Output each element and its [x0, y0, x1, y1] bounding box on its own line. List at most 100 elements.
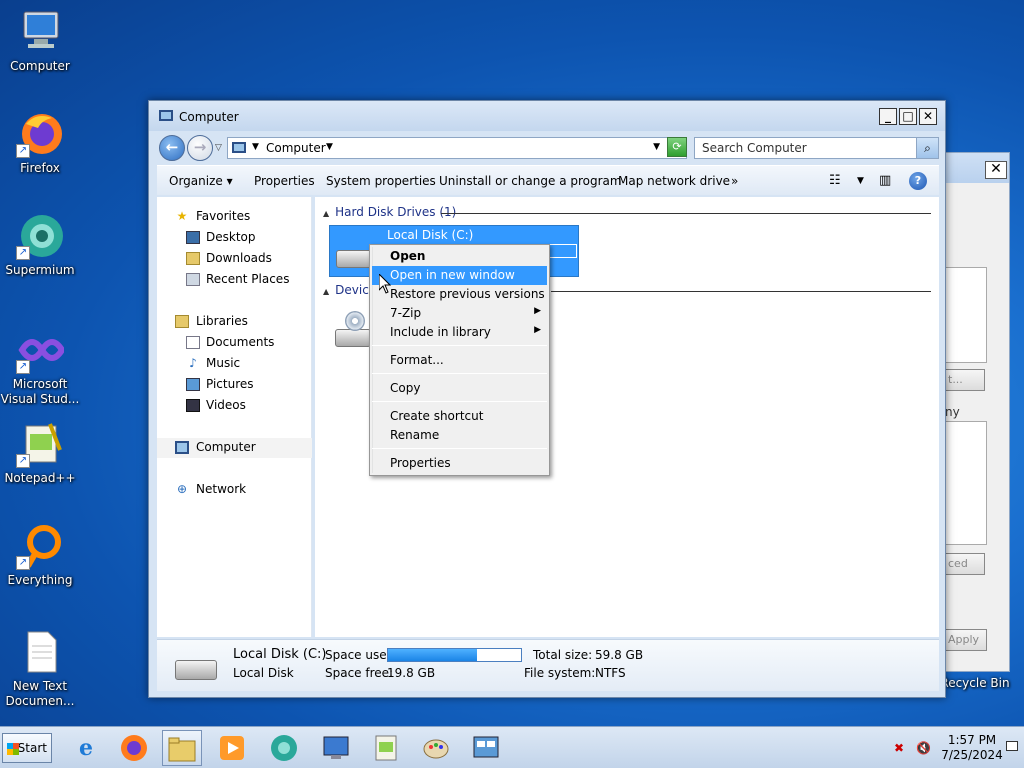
taskbar-control-panel[interactable] [466, 730, 506, 766]
file-system-value: NTFS [595, 666, 626, 680]
maximize-button[interactable]: □ [899, 108, 917, 125]
desktop-icon-label: New Text Documen... [5, 679, 75, 708]
desktop-icon-new-text-document[interactable]: New Text Documen... [0, 628, 80, 709]
preview-pane-icon[interactable]: ▥ [879, 173, 891, 188]
nav-item-pictures[interactable]: Pictures [157, 375, 312, 395]
search-input[interactable]: Search Computer ⌕ [694, 137, 939, 159]
space-used-fill [388, 649, 478, 661]
window-titlebar[interactable]: Computer _ □ ✕ [149, 101, 945, 131]
taskbar-supermium[interactable] [264, 730, 304, 766]
group-divider [551, 291, 931, 292]
back-button[interactable]: ← [159, 135, 185, 161]
menu-item-format[interactable]: Format... [372, 351, 547, 370]
desktop-icon-notepadpp[interactable]: ↗ Notepad++ [0, 420, 80, 486]
system-properties-button[interactable]: System properties [326, 174, 436, 188]
address-bar[interactable]: ▼ Computer ▼ ▼ [227, 137, 687, 159]
menu-item-restore-versions[interactable]: Restore previous versions [372, 285, 547, 304]
start-button[interactable]: Start [2, 733, 52, 763]
menu-item-copy[interactable]: Copy [372, 379, 547, 398]
recent-pages-chevron-icon[interactable]: ▽ [215, 143, 222, 153]
taskbar-notepadpp[interactable] [366, 730, 406, 766]
remote-desktop-icon [323, 736, 349, 759]
details-type: Local Disk [233, 666, 294, 680]
close-button[interactable]: ✕ [919, 108, 937, 125]
uninstall-program-button[interactable]: Uninstall or change a program [439, 174, 622, 188]
desktop-icon-everything[interactable]: ↗ Everything [0, 522, 80, 588]
menu-item-properties[interactable]: Properties [372, 454, 547, 473]
chevron-down-icon[interactable]: ▼ [252, 142, 259, 152]
windows-logo-icon [7, 743, 19, 755]
dialog-apply-button[interactable]: Apply [945, 629, 987, 651]
properties-button[interactable]: Properties [254, 174, 315, 188]
address-text[interactable]: Computer [266, 141, 326, 155]
everything-icon: ↗ [16, 522, 64, 570]
taskbar-media-player[interactable] [212, 730, 252, 766]
organize-button[interactable]: Organize ▾ [169, 174, 233, 188]
desktop-icon-computer[interactable]: Computer [0, 8, 80, 74]
volume-muted-icon[interactable]: 🔇 [916, 741, 931, 755]
navigation-bar: ← → ▽ ▼ Computer ▼ ▼ ⟳ Search Computer ⌕ [157, 135, 939, 161]
drive-name: Local Disk (C:) [387, 228, 474, 242]
notepadpp-icon [375, 735, 397, 761]
nav-item-computer[interactable]: Computer [157, 438, 312, 458]
chevron-down-icon[interactable]: ▼ [857, 176, 864, 186]
clock[interactable]: 1:57 PM 7/25/2024 [940, 733, 1004, 763]
minimize-button[interactable]: _ [879, 108, 897, 125]
internet-explorer-icon: e [79, 735, 93, 761]
group-divider [441, 213, 931, 214]
shortcut-arrow-icon: ↗ [16, 144, 30, 158]
nav-item-desktop[interactable]: Desktop [157, 228, 312, 248]
libraries-icon [175, 315, 189, 328]
collapse-triangle-icon[interactable]: ▲ [323, 287, 329, 296]
network-disconnected-icon[interactable]: ✖ [894, 741, 904, 755]
group-header-devices[interactable]: ▲ Devic [323, 283, 369, 297]
menu-item-open[interactable]: Open [372, 247, 547, 266]
menu-item-open-new-window[interactable]: Open in new window [372, 266, 547, 285]
map-network-drive-button[interactable]: Map network drive [618, 174, 730, 188]
desktop-icon-label: Computer [10, 59, 70, 73]
desktop-icon-label: Microsoft Visual Stud... [0, 377, 80, 406]
help-icon[interactable]: ? [909, 172, 927, 190]
menu-item-include-library[interactable]: Include in library ▶ [372, 323, 547, 342]
shortcut-arrow-icon: ↗ [16, 360, 30, 374]
nav-item-libraries[interactable]: Libraries [157, 312, 312, 332]
total-size-value: 59.8 GB [595, 648, 644, 662]
refresh-button[interactable]: ⟳ [667, 137, 687, 157]
more-commands-button[interactable]: » [731, 174, 738, 188]
menu-item-create-shortcut[interactable]: Create shortcut [372, 407, 547, 426]
show-desktop-icon[interactable] [1006, 741, 1018, 751]
taskbar-explorer[interactable] [162, 730, 202, 766]
nav-item-music[interactable]: ♪ Music [157, 354, 312, 374]
desktop-icon-visual-studio[interactable]: ↗ Microsoft Visual Stud... [0, 326, 80, 407]
menu-item-7zip[interactable]: 7-Zip ▶ [372, 304, 547, 323]
collapse-triangle-icon[interactable]: ▲ [323, 209, 329, 218]
nav-item-recent-places[interactable]: Recent Places [157, 270, 312, 290]
mouse-cursor-icon [379, 274, 391, 294]
taskbar-internet-explorer[interactable]: e [66, 730, 106, 766]
space-free-label: Space free: [325, 666, 394, 680]
desktop-icon-supermium[interactable]: ↗ Supermium [0, 212, 80, 278]
nav-item-favorites[interactable]: ★ Favorites [157, 207, 312, 227]
group-header-hard-disks[interactable]: ▲ Hard Disk Drives (1) [323, 205, 456, 219]
taskbar-remote-desktop[interactable] [316, 730, 356, 766]
taskbar-firefox[interactable] [114, 730, 154, 766]
optical-drive-icon[interactable] [335, 329, 371, 347]
dialog-close-button[interactable]: ✕ [985, 161, 1007, 179]
hard-drive-icon [175, 660, 217, 680]
dialog-button-advanced[interactable]: ced [945, 553, 985, 575]
dialog-button-browse[interactable]: t... [945, 369, 985, 391]
nav-item-documents[interactable]: Documents [157, 333, 312, 353]
chevron-down-icon[interactable]: ▼ [326, 142, 333, 152]
forward-button[interactable]: → [187, 135, 213, 161]
desktop-icon-firefox[interactable]: ↗ Firefox [0, 110, 80, 176]
taskbar-paint[interactable] [416, 730, 456, 766]
nav-item-downloads[interactable]: Downloads [157, 249, 312, 269]
music-icon: ♪ [189, 356, 197, 370]
menu-item-rename[interactable]: Rename [372, 426, 547, 445]
view-options-icon[interactable]: ☷ [829, 173, 841, 188]
search-icon[interactable]: ⌕ [916, 138, 938, 158]
desktop-icon-recycle-bin[interactable]: Recycle Bin [935, 676, 1015, 691]
nav-item-videos[interactable]: Videos [157, 396, 312, 416]
address-dropdown-icon[interactable]: ▼ [653, 142, 660, 152]
nav-item-network[interactable]: ⊕ Network [157, 480, 312, 500]
